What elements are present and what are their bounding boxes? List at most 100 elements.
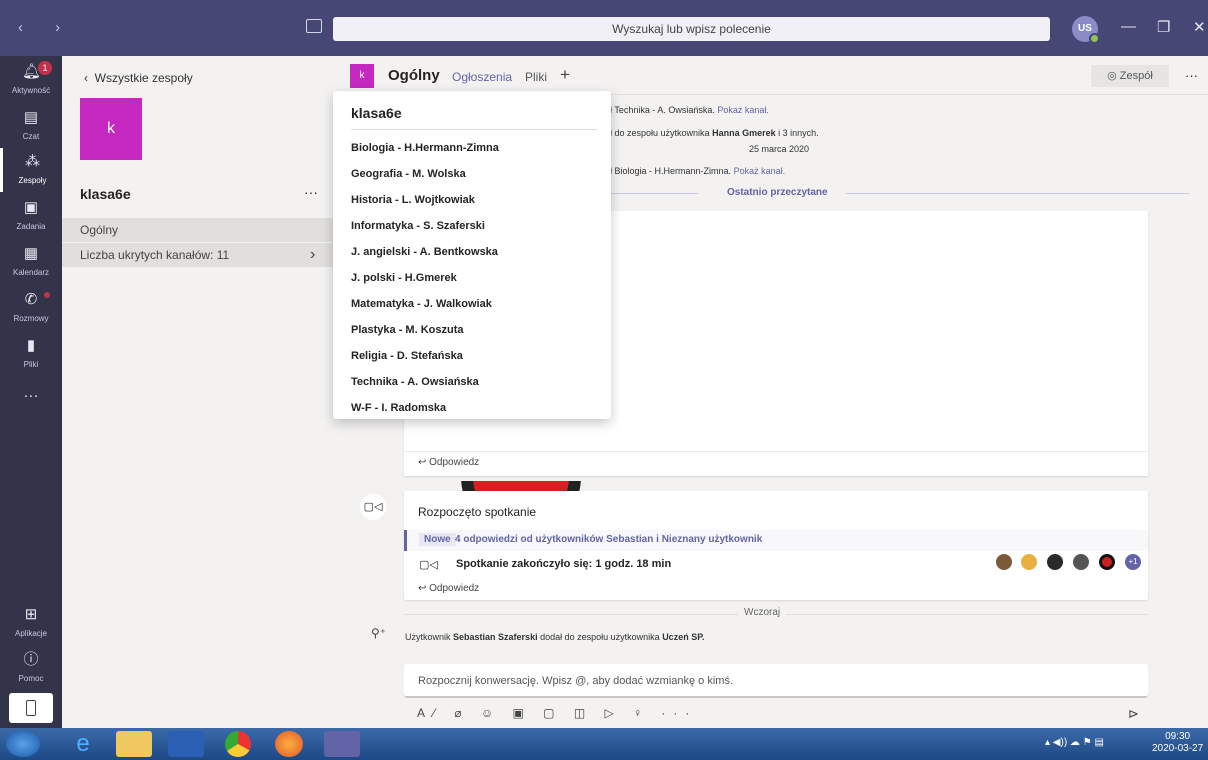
start-button[interactable] bbox=[6, 731, 40, 757]
team-more-button[interactable]: ··· bbox=[304, 184, 318, 200]
file-icon: ▮ bbox=[26, 337, 36, 354]
mobile-device-button[interactable] bbox=[9, 693, 53, 723]
add-tab-button[interactable]: + bbox=[560, 65, 570, 85]
teams-icon: ⁂ bbox=[25, 153, 40, 170]
hidden-channels-label: Liczba ukrytych kanałów: 11 bbox=[80, 248, 230, 262]
rail-label: Zespoły bbox=[18, 176, 47, 185]
participant-avatar bbox=[1099, 554, 1115, 570]
new-replies-banner[interactable]: Nowe 4 odpowiedzi od użytkowników Sebast… bbox=[404, 530, 1148, 551]
all-teams-link[interactable]: ‹ Wszystkie zespoły bbox=[84, 71, 193, 85]
team-button[interactable]: ◎ Zespół bbox=[1091, 65, 1169, 87]
member-added-message: Użytkownik Sebastian Szaferski dodał do … bbox=[405, 632, 705, 642]
search-input[interactable]: Wyszukaj lub wpisz polecenie bbox=[333, 17, 1050, 41]
rail-item-teams[interactable]: ⁂ Zespoły bbox=[0, 148, 62, 192]
header-more-button[interactable]: ··· bbox=[1185, 68, 1198, 83]
channel-general[interactable]: Ogólny bbox=[62, 218, 333, 242]
reply-button[interactable]: ↩ Odpowiedz bbox=[418, 583, 479, 594]
rail-item-activity[interactable]: 🔔︎ 1 Aktywność bbox=[0, 58, 62, 102]
system-message: ł Biologia - H.Hermann-Zimna. Pokaż kana… bbox=[610, 166, 785, 176]
camera-icon: ▢◁ bbox=[419, 559, 438, 571]
team-panel: ‹ Wszystkie zespoły k klasa6e ··· Ogólny… bbox=[62, 56, 333, 728]
user-name: Hanna Gmerek bbox=[712, 128, 776, 138]
device-icon bbox=[26, 700, 36, 716]
avatar-initials: US bbox=[1078, 23, 1092, 34]
file-explorer-icon[interactable] bbox=[116, 731, 152, 757]
dropdown-item-polski[interactable]: J. polski - H.Gmerek bbox=[351, 272, 457, 284]
calendar-icon: ▦ bbox=[23, 245, 39, 262]
notification-badge: 1 bbox=[38, 61, 52, 75]
rail-item-chat[interactable]: ▤ Czat bbox=[0, 104, 62, 148]
clock[interactable]: 09:30 2020-03-27 bbox=[1152, 731, 1203, 755]
rail-label: Pliki bbox=[23, 360, 39, 369]
system-text: ł Biologia - H.Hermann-Zimna. bbox=[610, 166, 732, 176]
reply-button[interactable]: ↩ Odpowiedz bbox=[418, 457, 479, 468]
date-separator: 25 marca 2020 bbox=[749, 144, 810, 154]
rail-item-calendar[interactable]: ▦ Kalendarz bbox=[0, 240, 62, 284]
rail-item-apps[interactable]: ⊞ Aplikacje bbox=[0, 601, 62, 645]
compose-toolbar[interactable]: A⁄ ⌀ ☺ ▣ ▢ ◫ ▷ ♀ ··· bbox=[417, 706, 697, 720]
hidden-channels-item[interactable]: Liczba ukrytych kanałów: 11 › bbox=[62, 243, 333, 267]
restore-button[interactable]: ❐ bbox=[1157, 18, 1170, 36]
send-button[interactable]: ⊳ bbox=[1128, 706, 1139, 722]
tab-files[interactable]: Pliki bbox=[525, 70, 547, 84]
rail-item-more[interactable]: ··· bbox=[0, 382, 62, 426]
rail-item-assignments[interactable]: ▣ Zadania bbox=[0, 194, 62, 238]
dropdown-title: klasa6e bbox=[351, 105, 402, 121]
firefox-icon[interactable] bbox=[275, 731, 303, 757]
dropdown-item-wf[interactable]: W-F - I. Radomska bbox=[351, 402, 446, 414]
channel-team-avatar: k bbox=[350, 64, 374, 88]
new-replies-text: 4 odpowiedzi od użytkowników Sebastian i… bbox=[455, 534, 763, 545]
clock-date: 2020-03-27 bbox=[1152, 743, 1204, 754]
nav-arrows[interactable]: ‹ › bbox=[18, 19, 74, 36]
dropdown-divider bbox=[351, 129, 597, 130]
internet-explorer-icon[interactable]: e bbox=[65, 731, 101, 757]
teams-taskbar-icon[interactable] bbox=[324, 731, 360, 757]
dropdown-item-biologia[interactable]: Biologia - H.Hermann-Zimna bbox=[351, 142, 499, 154]
rail-label: Rozmowy bbox=[13, 314, 49, 323]
rail-item-help[interactable]: ⓘ Pomoc bbox=[0, 646, 62, 690]
dropdown-item-technika[interactable]: Technika - A. Owsiańska bbox=[351, 376, 479, 388]
dropdown-item-informatyka[interactable]: Informatyka - S. Szaferski bbox=[351, 220, 485, 232]
compose-icon[interactable] bbox=[306, 19, 322, 33]
rail-label: Aktywność bbox=[11, 86, 51, 95]
rail-label: Czat bbox=[22, 132, 40, 141]
dropdown-item-historia[interactable]: Historia - L. Wojtkowiak bbox=[351, 194, 475, 206]
participant-avatar bbox=[1021, 554, 1037, 570]
rail-item-calls[interactable]: ✆ Rozmowy bbox=[0, 286, 62, 330]
user-name: Sebastian Szaferski bbox=[453, 632, 538, 642]
last-read-line bbox=[846, 193, 1189, 194]
rail-item-files[interactable]: ▮ Pliki bbox=[0, 332, 62, 376]
chrome-icon[interactable] bbox=[225, 731, 251, 757]
chevron-right-icon: › bbox=[310, 246, 316, 263]
rail-label: Aplikacje bbox=[14, 629, 47, 638]
avatar[interactable]: US bbox=[1072, 16, 1100, 44]
more-icon: ··· bbox=[23, 387, 39, 404]
rail-label: Zadania bbox=[16, 222, 46, 231]
hidden-channels-dropdown: klasa6e Biologia - H.Hermann-Zimna Geogr… bbox=[333, 91, 611, 419]
dropdown-item-matematyka[interactable]: Matematyka - J. Walkowiak bbox=[351, 298, 492, 310]
dropdown-item-plastyka[interactable]: Plastyka - M. Koszuta bbox=[351, 324, 463, 336]
more-participants: +1 bbox=[1125, 554, 1141, 570]
close-button[interactable]: ✕ bbox=[1193, 18, 1206, 36]
last-read-label: Ostatnio przeczytane bbox=[719, 187, 836, 198]
system-text: Użytkownik bbox=[405, 632, 451, 642]
new-badge: Nowe bbox=[419, 533, 456, 546]
dropdown-item-geografia[interactable]: Geografia - M. Wolska bbox=[351, 168, 466, 180]
system-tray[interactable]: ▴ ◀)) ☁ ⚑ ▤ bbox=[1045, 737, 1104, 748]
show-channel-link[interactable]: Pokaż kanał. bbox=[734, 166, 786, 176]
minimize-button[interactable]: — bbox=[1121, 18, 1136, 35]
show-channel-link[interactable]: Pokaż kanał. bbox=[717, 105, 769, 115]
app-rail: 🔔︎ 1 Aktywność ▤ Czat ⁂ Zespoły ▣ Zadani… bbox=[0, 56, 62, 728]
channel-title: Ogólny bbox=[388, 67, 440, 84]
tab-posts[interactable]: Ogłoszenia bbox=[452, 70, 512, 84]
system-message: ł Technika - A. Owsiańska. Pokaż kanał. bbox=[610, 105, 769, 115]
last-read-line bbox=[611, 193, 698, 194]
dropdown-item-angielski[interactable]: J. angielski - A. Bentkowska bbox=[351, 246, 498, 258]
rail-label: Kalendarz bbox=[12, 268, 50, 277]
user-name: Uczeń SP. bbox=[662, 632, 705, 642]
compose-input[interactable]: Rozpocznij konwersację. Wpisz @, aby dod… bbox=[404, 664, 1148, 698]
word-icon[interactable] bbox=[168, 731, 204, 757]
system-text: ł Technika - A. Owsiańska. bbox=[610, 105, 715, 115]
system-text: i 3 innych. bbox=[778, 128, 819, 138]
dropdown-item-religia[interactable]: Religia - D. Stefańska bbox=[351, 350, 463, 362]
